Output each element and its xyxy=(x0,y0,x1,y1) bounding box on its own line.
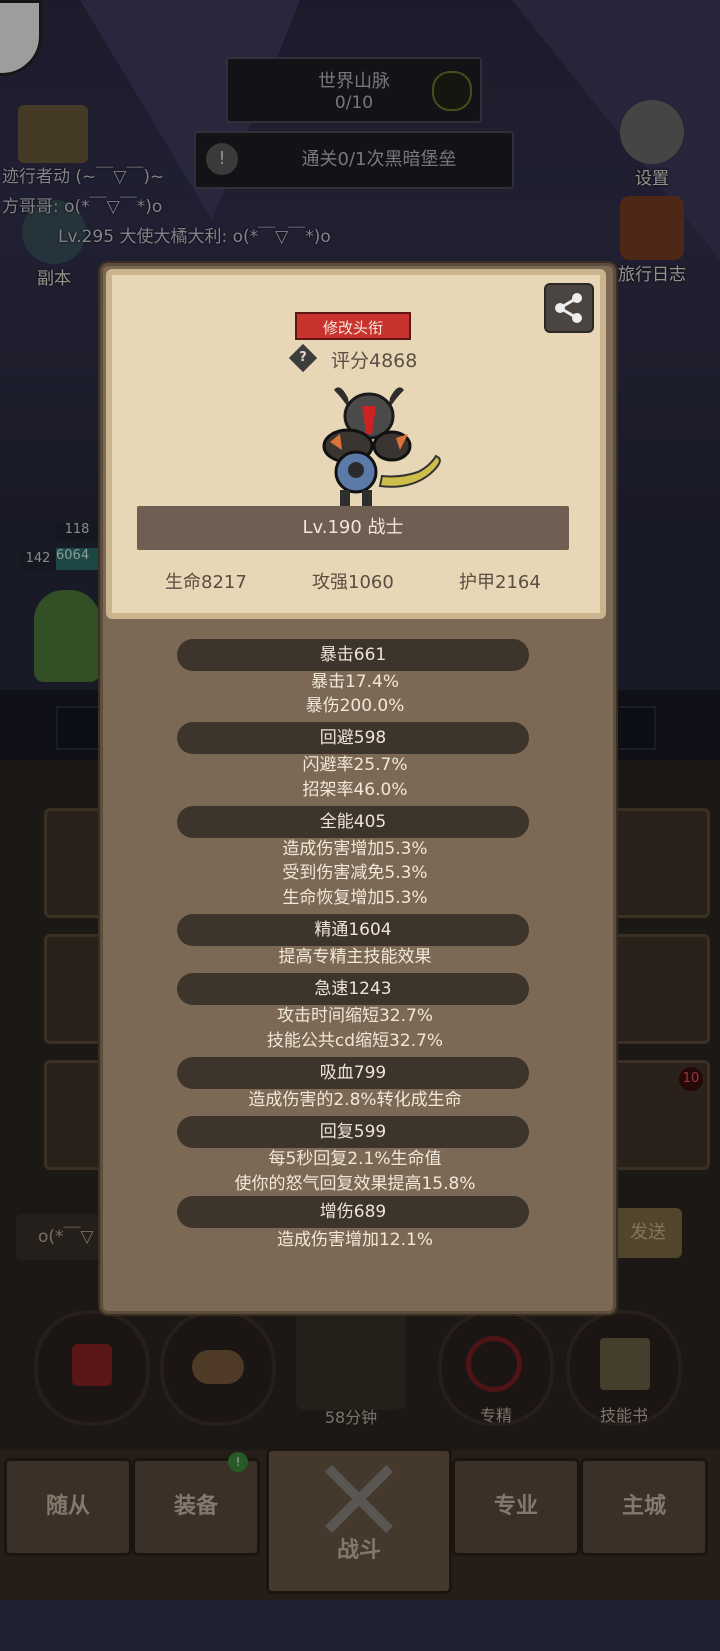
damage-bonus-effect: 造成伤害增加12.1% xyxy=(276,1230,433,1250)
score-value: 评分4868 xyxy=(331,350,418,372)
armor-stat: 护甲2164 xyxy=(459,572,541,593)
damage-increase: 造成伤害增加5.3% xyxy=(282,839,428,859)
lifesteal-effect: 造成伤害的2.8%转化成生命 xyxy=(248,1090,462,1110)
damage-bonus-header: 增伤689 xyxy=(177,1196,529,1228)
share-button[interactable] xyxy=(544,283,594,333)
regen-header: 回复599 xyxy=(177,1116,529,1148)
lifesteal-header: 吸血799 xyxy=(177,1057,529,1089)
hp-regen: 每5秒回复2.1%生命值 xyxy=(268,1149,442,1169)
crit-rate: 暴击17.4% xyxy=(310,672,399,692)
crit-header: 暴击661 xyxy=(177,639,529,671)
share-icon xyxy=(555,293,582,323)
damage-reduction: 受到伤害减免5.3% xyxy=(282,863,428,883)
haste-header: 急速1243 xyxy=(177,973,529,1005)
warrior-avatar xyxy=(322,387,441,506)
hp-stat: 生命8217 xyxy=(165,572,247,593)
mastery-header: 精通1604 xyxy=(177,914,529,946)
attack-power-stat: 攻强1060 xyxy=(312,572,394,593)
global-cd-reduction: 技能公共cd缩短32.7% xyxy=(266,1031,444,1051)
healing-increase: 生命恢复增加5.3% xyxy=(282,888,428,908)
edit-title-button[interactable]: 修改头衔 xyxy=(295,312,411,340)
avoidance-header: 回避598 xyxy=(177,722,529,754)
level-class-banner: Lv.190 战士 xyxy=(137,506,569,550)
mastery-effect: 提高专精主技能效果 xyxy=(278,947,432,967)
parry-rate: 招架率46.0% xyxy=(302,780,408,800)
crit-damage: 暴伤200.0% xyxy=(305,696,405,716)
attack-time-reduction: 攻击时间缩短32.7% xyxy=(276,1006,433,1026)
rage-regen: 使你的怒气回复效果提高15.8% xyxy=(234,1174,476,1194)
help-icon[interactable]: ? xyxy=(288,343,318,373)
dodge-rate: 闪避率25.7% xyxy=(302,755,408,775)
versatility-header: 全能405 xyxy=(177,806,529,838)
